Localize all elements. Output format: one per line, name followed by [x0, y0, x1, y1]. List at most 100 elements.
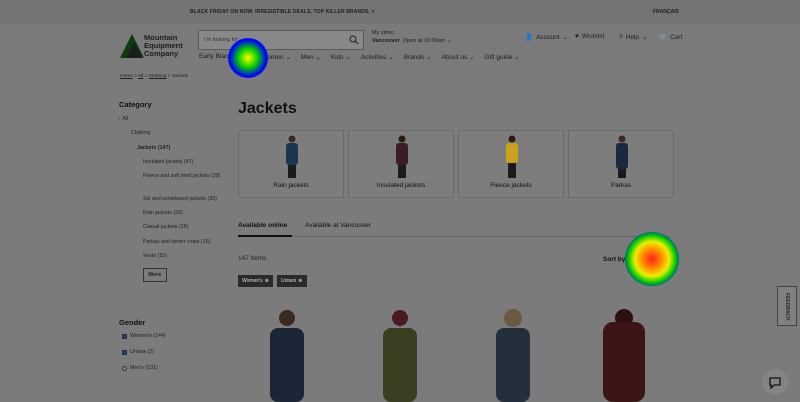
gender-label: Unisex (2) [130, 349, 155, 355]
category-card-rain-jackets[interactable]: Rain jackets [238, 130, 344, 198]
help-icon: ? [619, 33, 623, 41]
category-item[interactable]: Casual jackets (26) [143, 224, 188, 230]
close-icon[interactable]: ⊗ [298, 278, 302, 284]
logo-mountain-icon[interactable] [120, 32, 144, 58]
fleece-jacket-image [506, 135, 518, 178]
tab-available-store[interactable]: Available at Vancouver [305, 222, 371, 229]
sort-dropdown[interactable]: Sort by ⌄ [603, 255, 633, 263]
category-item[interactable]: Ski and snowboard jackets (30) [143, 196, 217, 202]
close-icon[interactable]: ⊗ [265, 278, 269, 284]
nav-label: Kids [330, 54, 344, 61]
store-hours: Open at 10:00am [402, 38, 446, 44]
page-title: Jackets [238, 100, 297, 117]
breadcrumb: Home > All > Clothing > Jackets [120, 74, 189, 79]
rain-jacket-image [286, 135, 298, 178]
category-item[interactable]: Rain jackets (29) [143, 210, 183, 216]
chevron-down-icon: ⌄ [642, 34, 648, 41]
store-name: Vancouver [372, 38, 400, 44]
language-switch[interactable]: FRANÇAIS [653, 9, 679, 15]
insulated-jacket-image [396, 135, 408, 178]
store-label: My store: [372, 30, 395, 36]
wishlist-link[interactable]: ♥ Wishlist [575, 33, 604, 40]
nav-label: Women [261, 54, 284, 61]
cart-icon: 🛒 [659, 34, 668, 41]
product-image[interactable] [375, 306, 425, 402]
heatmap-spot [625, 232, 679, 286]
chevron-down-icon: ⌄ [627, 256, 633, 263]
store-selector[interactable]: My store: Vancouver Open at 10:00am ⌄ [372, 29, 452, 45]
parka-image [616, 135, 628, 178]
gender-option-unisex[interactable]: Unisex (2) [122, 349, 154, 355]
breadcrumb-all[interactable]: All [138, 74, 143, 79]
category-all[interactable]: ‹ All [118, 116, 128, 122]
card-label: Fleece jackets [490, 182, 532, 189]
feedback-tab[interactable]: FEEDBACK [777, 286, 797, 326]
chip-label: Unisex [281, 278, 297, 284]
tab-available-online[interactable]: Available online [238, 222, 287, 229]
category-card-parkas[interactable]: Parkas [568, 130, 674, 198]
card-label: Rain jackets [273, 182, 309, 189]
category-item[interactable]: Fleece and soft shell jackets (39) [143, 173, 223, 180]
category-label: All [122, 116, 129, 122]
search-input[interactable]: I'm looking for [198, 30, 364, 50]
filter-chip-unisex[interactable]: Unisex ⊗ [277, 275, 307, 287]
account-link[interactable]: 👤 Account ⌄ [525, 33, 569, 42]
category-jackets[interactable]: Jackets (147) [137, 145, 170, 151]
wishlist-label: Wishlist [581, 33, 605, 40]
checkbox-unchecked[interactable] [122, 365, 127, 371]
product-image[interactable] [262, 306, 312, 402]
tab-active-indicator [238, 235, 292, 237]
chat-button[interactable] [762, 369, 788, 395]
site-header: Mountain Equipment Company I'm looking f… [0, 24, 800, 70]
gender-label: Women's (144) [130, 333, 166, 339]
nav-item-kids[interactable]: Kids ⌄ [331, 53, 351, 61]
nav-label: Men [300, 54, 314, 61]
nav-item-activities[interactable]: Activities ⌄ [361, 53, 394, 61]
search-icon[interactable] [349, 35, 359, 45]
feedback-label: FEEDBACK [784, 293, 790, 321]
card-label: Parkas [610, 182, 632, 189]
nav-label: Activities [360, 54, 387, 61]
nav-label: Brands [403, 54, 425, 61]
product-image[interactable] [488, 306, 538, 402]
breadcrumb-home[interactable]: Home [120, 74, 133, 79]
chevron-left-icon: ‹ [118, 116, 120, 122]
nav-item-early-black-friday[interactable]: Early Black Friday [199, 53, 251, 61]
help-link[interactable]: ? Help ⌄ [619, 33, 648, 42]
logo[interactable]: Mountain Equipment Company [144, 34, 204, 58]
cart-label: Cart [670, 33, 683, 41]
category-card-insulated-jackets[interactable]: Insulated jackets [348, 130, 454, 198]
nav-item-brands[interactable]: Brands ⌄ [404, 53, 432, 61]
nav-item-about-us[interactable]: About us ⌄ [442, 53, 475, 61]
promo-link[interactable]: BLACK FRIDAY ON NOW. IRRESISTIBLE DEALS,… [190, 9, 375, 15]
account-label: Account [536, 33, 560, 41]
chip-label: Women's [242, 278, 263, 284]
gender-option-women[interactable]: Women's (144) [122, 333, 166, 339]
tab-divider [238, 236, 670, 237]
gender-heading: Gender [119, 318, 146, 327]
nav-label: Gift guide [484, 54, 513, 61]
category-item[interactable]: Parkas and winter coats (16) [143, 239, 210, 245]
category-card-fleece-jackets[interactable]: Fleece jackets [458, 130, 564, 198]
category-clothing[interactable]: Clothing [131, 130, 150, 136]
checkbox-checked[interactable] [122, 333, 127, 339]
nav-item-women[interactable]: Women ⌄ [261, 53, 291, 61]
promo-bar: BLACK FRIDAY ON NOW. IRRESISTIBLE DEALS,… [0, 0, 800, 24]
category-item[interactable]: Insulated jackets (47) [143, 159, 193, 165]
product-image[interactable] [597, 306, 651, 402]
sort-label: Sort by [603, 256, 626, 263]
breadcrumb-clothing[interactable]: Clothing [149, 74, 167, 79]
checkbox-checked[interactable] [122, 349, 127, 355]
nav-item-gift-guide[interactable]: Gift guide ⌄ [485, 53, 520, 61]
cart-link[interactable]: 🛒 Cart [659, 33, 683, 42]
filter-chip-women[interactable]: Women's ⊗ [238, 275, 273, 287]
chat-icon [769, 377, 781, 389]
nav-item-men[interactable]: Men ⌄ [301, 53, 321, 61]
search-placeholder: I'm looking for [204, 37, 239, 43]
gender-option-men[interactable]: Men's (131) [122, 365, 158, 371]
category-item[interactable]: Vests (15) [143, 253, 167, 259]
breadcrumb-current: Jackets [171, 74, 189, 79]
chevron-down-icon: ⌄ [446, 38, 452, 44]
more-button[interactable]: More [143, 268, 167, 282]
chevron-down-icon: ⌄ [562, 34, 569, 41]
